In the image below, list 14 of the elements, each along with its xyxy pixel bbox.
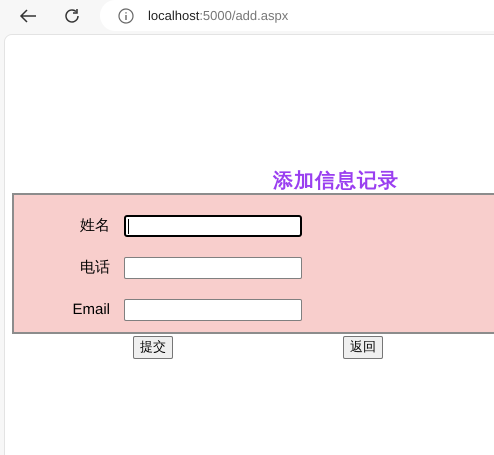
submit-button[interactable]: 提交: [133, 336, 173, 358]
address-bar[interactable]: localhost:5000/add.aspx: [100, 0, 494, 31]
back-icon[interactable]: [19, 8, 37, 24]
page-heading: 添加信息记录: [273, 169, 399, 193]
reload-icon[interactable]: [63, 7, 81, 25]
field-label: Email: [71, 300, 111, 320]
input-field[interactable]: [124, 257, 302, 279]
input-field[interactable]: [124, 299, 302, 321]
url-text: localhost:5000/add.aspx: [148, 6, 288, 25]
info-icon: [118, 8, 134, 24]
input-field[interactable]: [124, 215, 302, 237]
back-button[interactable]: 返回: [343, 336, 383, 358]
field-label: 电话: [79, 258, 111, 278]
field-label: 姓名: [79, 216, 111, 236]
